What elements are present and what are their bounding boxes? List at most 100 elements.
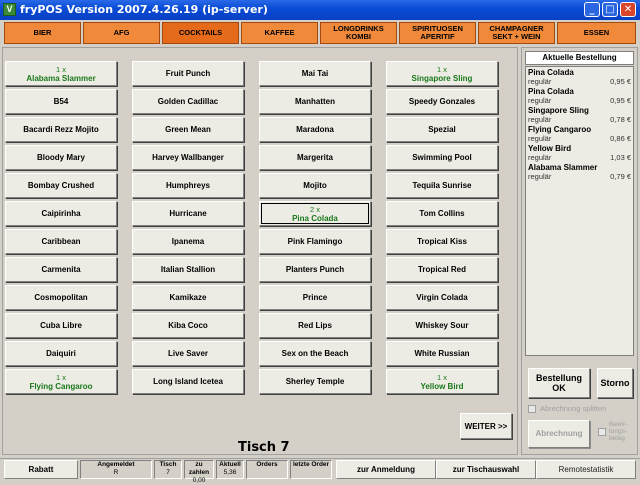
product-button-sherley-temple[interactable]: Sherley Temple	[259, 369, 371, 394]
product-button-green-mean[interactable]: Green Mean	[132, 117, 244, 142]
product-label: Harvey Wallbanger	[152, 153, 224, 162]
minimize-button[interactable]: _	[584, 2, 600, 17]
product-button-fruit-punch[interactable]: Fruit Punch	[132, 61, 244, 86]
product-button-whiskey-sour[interactable]: Whiskey Sour	[386, 313, 498, 338]
order-item[interactable]: Pina Colada regulär 0,95 €	[528, 68, 631, 87]
order-item[interactable]: Singapore Sling regulär 0,78 €	[528, 106, 631, 125]
product-label: Flying Cangaroo	[29, 381, 93, 391]
product-button-tropical-red[interactable]: Tropical Red	[386, 257, 498, 282]
order-ok-button[interactable]: Bestellung OK	[528, 368, 590, 398]
product-button-red-lips[interactable]: Red Lips	[259, 313, 371, 338]
product-button-cosmopolitan[interactable]: Cosmopolitan	[5, 285, 117, 310]
order-item[interactable]: Pina Colada regulär 0,95 €	[528, 87, 631, 106]
category-champagner-sekt-wein[interactable]: CHAMPAGNER SEKT + WEIN	[478, 22, 555, 44]
category-spirituosen-aperitif[interactable]: SPIRITUOSEN APERITIF	[399, 22, 476, 44]
product-button-caribbean[interactable]: Caribbean	[5, 229, 117, 254]
product-label: Spezial	[428, 125, 456, 134]
close-button[interactable]: ✕	[620, 2, 636, 17]
remote-statistics-button[interactable]: Remotestatistik	[536, 460, 636, 479]
product-button-caipirinha[interactable]: Caipirinha	[5, 201, 117, 226]
product-button-pina-colada[interactable]: 2 x Pina Colada	[259, 201, 371, 226]
product-button-margerita[interactable]: Margerita	[259, 145, 371, 170]
product-button-cuba-libre[interactable]: Cuba Libre	[5, 313, 117, 338]
product-button-manhatten[interactable]: Manhatten	[259, 89, 371, 114]
product-button-singapore-sling[interactable]: 1 x Singapore Sling	[386, 61, 498, 86]
billing-button[interactable]: Abrechnung	[528, 420, 590, 448]
product-button-white-russian[interactable]: White Russian	[386, 341, 498, 366]
product-label: Prince	[302, 293, 328, 302]
product-button-pink-flamingo[interactable]: Pink Flamingo	[259, 229, 371, 254]
product-button-tequila-sunrise[interactable]: Tequila Sunrise	[386, 173, 498, 198]
category-longdrinks-kombi[interactable]: LONGDRINKS KOMBI	[320, 22, 397, 44]
order-list[interactable]: Pina Colada regulär 0,95 € Pina Colada regul…	[525, 66, 634, 356]
product-button-flying-cangaroo[interactable]: 1 x Flying Cangaroo	[5, 369, 117, 394]
product-button-speedy-gonzales[interactable]: Speedy Gonzales	[386, 89, 498, 114]
product-button-sex-on-the-beach[interactable]: Sex on the Beach	[259, 341, 371, 366]
order-item-size: regulär	[528, 77, 552, 86]
product-button-virgin-colada[interactable]: Virgin Colada	[386, 285, 498, 310]
category-cocktails[interactable]: COCKTAILS	[162, 22, 239, 44]
product-button-tom-collins[interactable]: Tom Collins	[386, 201, 498, 226]
product-label: Tequila Sunrise	[412, 181, 472, 190]
storno-button[interactable]: Storno	[597, 368, 633, 398]
product-button-italian-stallion[interactable]: Italian Stallion	[132, 257, 244, 282]
product-button-ipanema[interactable]: Ipanema	[132, 229, 244, 254]
product-button-humphreys[interactable]: Humphreys	[132, 173, 244, 198]
product-button-kamikaze[interactable]: Kamikaze	[132, 285, 244, 310]
product-button-maradona[interactable]: Maradona	[259, 117, 371, 142]
split-bill-checkbox[interactable]	[528, 405, 536, 413]
category-kaffee[interactable]: KAFFEE	[241, 22, 318, 44]
product-button-carmenita[interactable]: Carmenita	[5, 257, 117, 282]
product-label: Hurricane	[169, 209, 207, 218]
receipt-checkbox[interactable]	[598, 428, 606, 436]
product-label: Mojito	[303, 181, 327, 190]
product-label: Caipirinha	[41, 209, 81, 218]
receipt-label: Bewir- tungs- beleg	[609, 421, 628, 442]
product-button-bacardi-rezz-mojito[interactable]: Bacardi Rezz Mojito	[5, 117, 117, 142]
product-label: Bloody Mary	[36, 153, 85, 162]
discount-button[interactable]: Rabatt	[4, 460, 78, 479]
product-label: Humphreys	[165, 181, 210, 190]
product-button-spezial[interactable]: Spezial	[386, 117, 498, 142]
order-item[interactable]: Alabama Slammer regulär 0,79 €	[528, 163, 631, 182]
product-button-mai-tai[interactable]: Mai Tai	[259, 61, 371, 86]
product-button-live-saver[interactable]: Live Saver	[132, 341, 244, 366]
product-button-planters-punch[interactable]: Planters Punch	[259, 257, 371, 282]
next-page-button[interactable]: WEITER >>	[460, 413, 512, 439]
product-label: Kamikaze	[169, 293, 207, 302]
product-button-swimming-pool[interactable]: Swimming Pool	[386, 145, 498, 170]
status-to-pay: zu zahlen 0,00	[184, 460, 214, 484]
product-label: Pina Colada	[292, 213, 338, 223]
order-item[interactable]: Flying Cangaroo regulär 0,86 €	[528, 125, 631, 144]
order-item-name: Alabama Slammer	[528, 163, 598, 172]
product-button-hurricane[interactable]: Hurricane	[132, 201, 244, 226]
category-essen[interactable]: ESSEN	[557, 22, 636, 44]
product-button-alabama-slammer[interactable]: 1 x Alabama Slammer	[5, 61, 117, 86]
table-selection-button[interactable]: zur Tischauswahl	[436, 460, 536, 479]
product-button-b54[interactable]: B54	[5, 89, 117, 114]
product-button-kiba-coco[interactable]: Kiba Coco	[132, 313, 244, 338]
product-button-tropical-kiss[interactable]: Tropical Kiss	[386, 229, 498, 254]
product-button-bloody-mary[interactable]: Bloody Mary	[5, 145, 117, 170]
product-button-harvey-wallbanger[interactable]: Harvey Wallbanger	[132, 145, 244, 170]
product-button-long-island-icetea[interactable]: Long Island Icetea	[132, 369, 244, 394]
product-label: Margerita	[296, 153, 333, 162]
product-button-daiquiri[interactable]: Daiquiri	[5, 341, 117, 366]
product-label: Manhatten	[295, 97, 335, 106]
order-item[interactable]: Yellow Bird regulär 1,03 €	[528, 144, 631, 163]
status-bar: Rabatt Angemeldet R Tisch 7 zu zahlen 0,00 …	[0, 458, 640, 484]
maximize-button[interactable]: □	[602, 2, 618, 17]
category-afg[interactable]: AFG	[83, 22, 160, 44]
order-title: Aktuelle Bestellung	[525, 51, 634, 65]
product-label: Golden Cadillac	[157, 97, 219, 106]
login-screen-button[interactable]: zur Anmeldung	[336, 460, 436, 479]
product-button-mojito[interactable]: Mojito	[259, 173, 371, 198]
order-item-name: Flying Cangaroo	[528, 125, 592, 134]
product-button-bombay-crushed[interactable]: Bombay Crushed	[5, 173, 117, 198]
product-button-golden-cadillac[interactable]: Golden Cadillac	[132, 89, 244, 114]
product-button-prince[interactable]: Prince	[259, 285, 371, 310]
category-bier[interactable]: BIER	[4, 22, 81, 44]
app-icon: V	[3, 3, 16, 16]
order-item-name: Yellow Bird	[528, 144, 572, 153]
product-button-yellow-bird[interactable]: 1 x Yellow Bird	[386, 369, 498, 394]
